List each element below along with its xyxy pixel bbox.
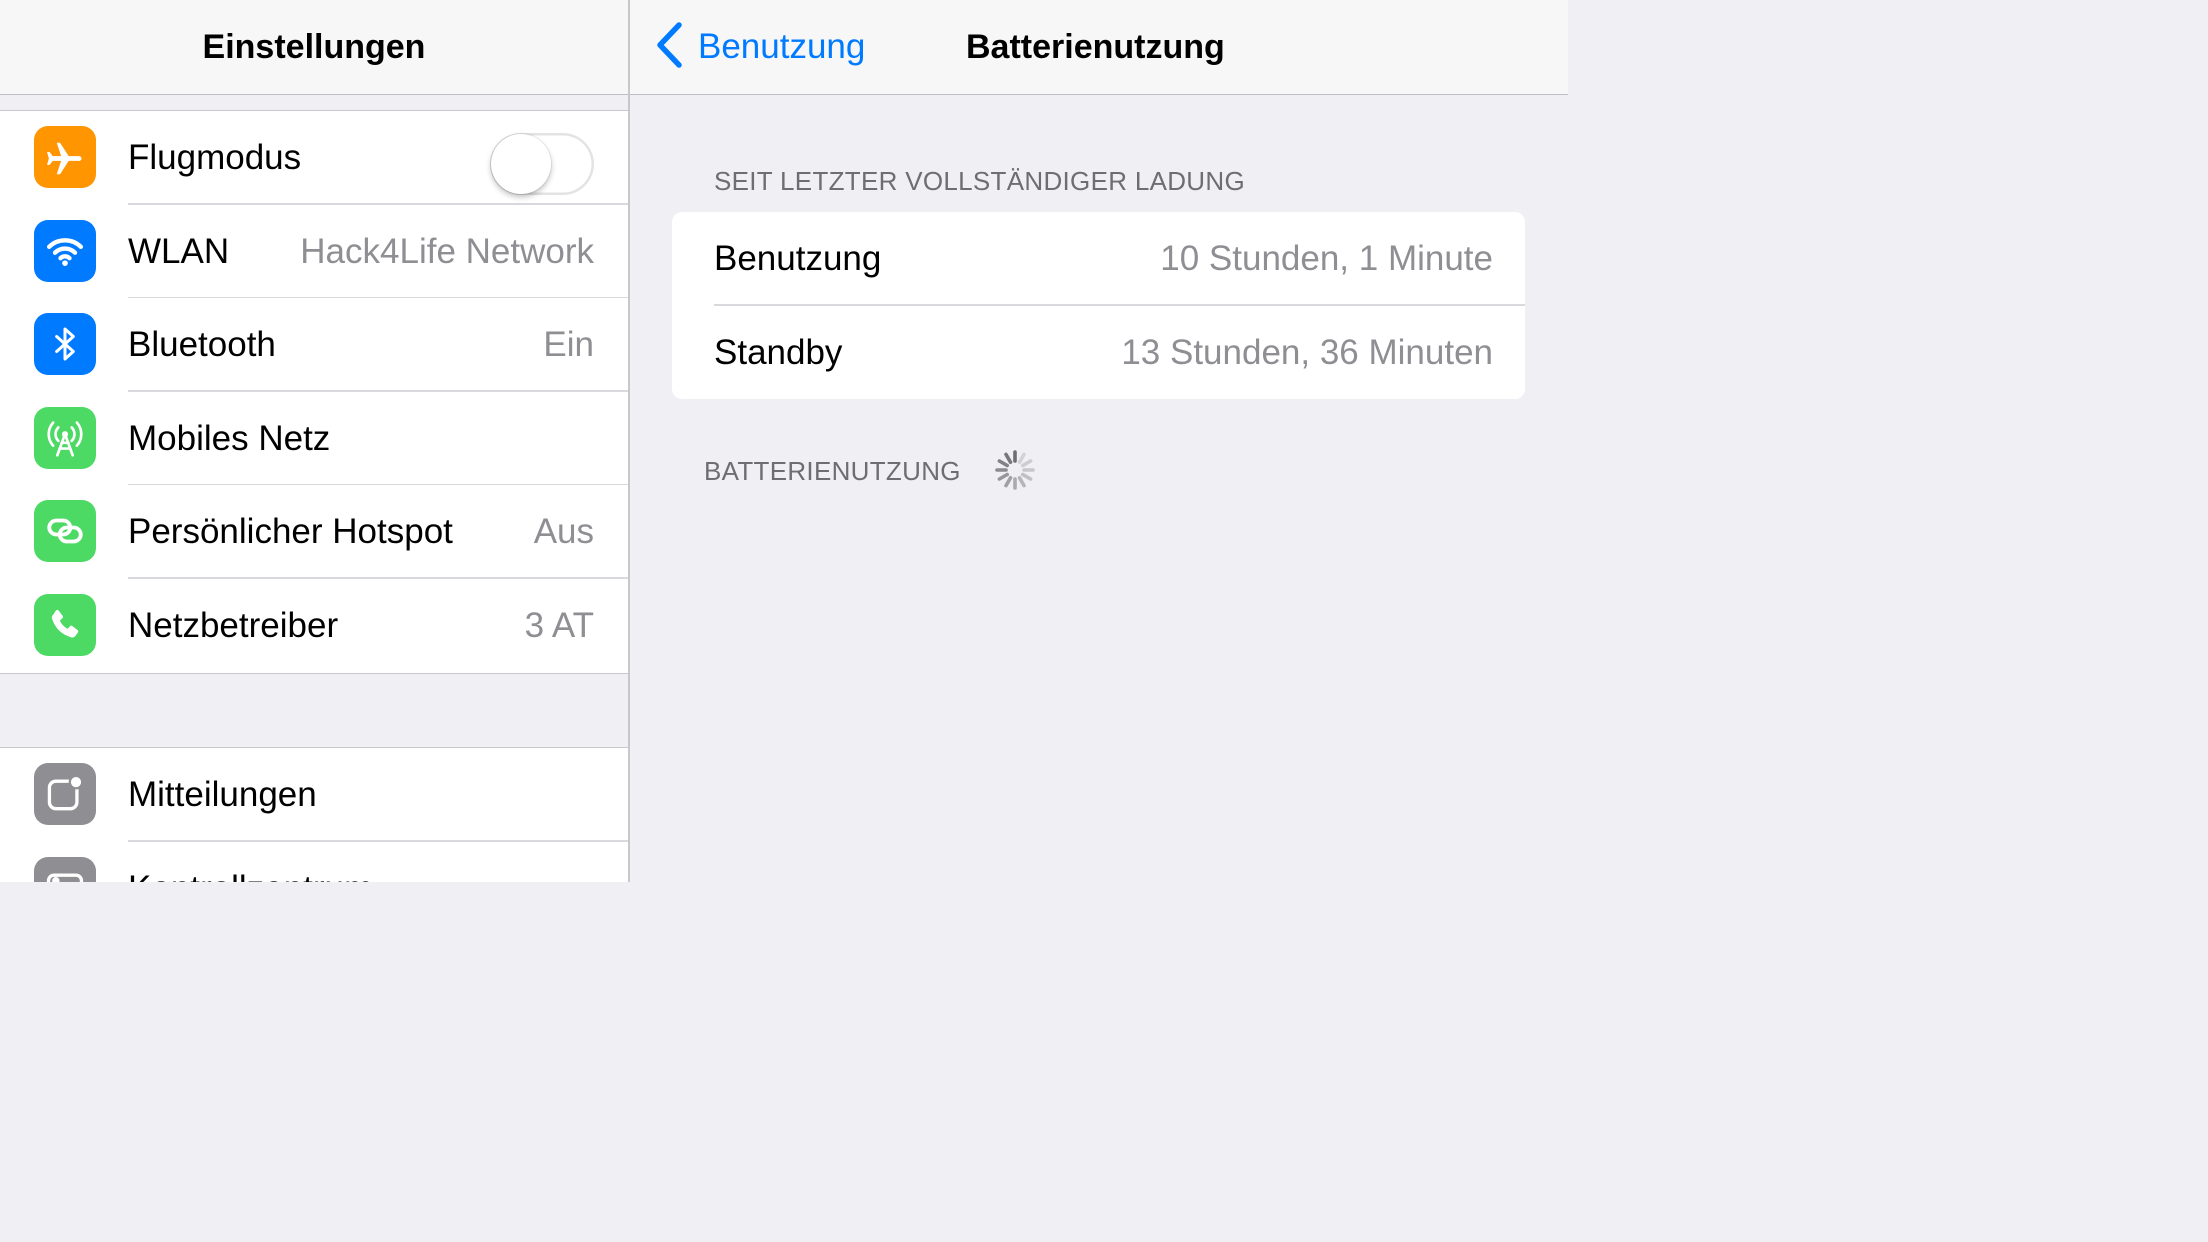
cellular-antenna-icon — [34, 406, 96, 469]
airplane-mode-toggle[interactable] — [490, 133, 594, 195]
settings-row-cellular[interactable]: Mobiles Netz — [0, 392, 628, 486]
section-header-since-last-charge: SEIT LETZTER VOLLSTÄNDIGER LADUNG — [714, 166, 1245, 196]
row-label: Mitteilungen — [128, 775, 317, 814]
settings-row-notifications[interactable]: Mitteilungen — [0, 748, 628, 842]
row-value: 3 AT — [524, 605, 594, 645]
usage-row: Benutzung 10 Stunden, 1 Minute — [672, 212, 1525, 306]
hotspot-chain-icon — [34, 500, 96, 563]
settings-row-control-center[interactable]: Kontrollzentrum — [0, 842, 628, 882]
battery-usage-detail-pane: Benutzung Batterienutzung SEIT LETZTER V… — [630, 0, 1568, 882]
airplane-icon — [34, 126, 96, 188]
standby-row: Standby 13 Stunden, 36 Minuten — [672, 306, 1525, 400]
section-header-battery-usage: BATTERIENUTZUNG — [704, 456, 961, 486]
row-label: Persönlicher Hotspot — [128, 512, 453, 552]
row-label: Benutzung — [714, 239, 882, 278]
settings-master-pane: Einstellungen Flugmodus WLAN Hack4Life N… — [0, 0, 628, 882]
row-label: Standby — [714, 332, 843, 372]
row-label: Bluetooth — [128, 325, 276, 365]
settings-group-connectivity: Flugmodus WLAN Hack4Life Network Bluetoo… — [0, 110, 628, 674]
back-button[interactable]: Benutzung — [654, 0, 865, 94]
row-value: Aus — [533, 512, 594, 552]
wifi-icon — [34, 219, 96, 282]
page-title: Batterienutzung — [966, 28, 1225, 66]
left-navbar: Einstellungen — [0, 0, 628, 95]
row-label: WLAN — [128, 231, 230, 271]
page-title: Einstellungen — [202, 28, 426, 66]
row-value: 13 Stunden, 36 Minuten — [1121, 332, 1493, 372]
right-navbar: Benutzung Batterienutzung — [630, 0, 1568, 95]
row-value: Hack4Life Network — [300, 231, 594, 271]
usage-card: Benutzung 10 Stunden, 1 Minute Standby 1… — [672, 212, 1525, 399]
notifications-icon — [34, 763, 96, 825]
row-value: Ein — [543, 325, 594, 365]
settings-row-bluetooth[interactable]: Bluetooth Ein — [0, 298, 628, 392]
settings-group-system: Mitteilungen Kontrollzentrum — [0, 747, 628, 882]
row-label: Flugmodus — [128, 138, 302, 177]
screen: Einstellungen Flugmodus WLAN Hack4Life N… — [0, 0, 1568, 882]
settings-row-wlan[interactable]: WLAN Hack4Life Network — [0, 205, 628, 299]
phone-icon — [34, 593, 96, 656]
toggle-knob — [491, 134, 551, 194]
chevron-left-icon — [654, 21, 684, 73]
settings-row-personal-hotspot[interactable]: Persönlicher Hotspot Aus — [0, 485, 628, 579]
row-value: 10 Stunden, 1 Minute — [1160, 239, 1493, 278]
settings-row-airplane-mode[interactable]: Flugmodus — [0, 111, 628, 205]
loading-spinner-icon — [992, 447, 1038, 498]
settings-row-carrier[interactable]: Netzbetreiber 3 AT — [0, 579, 628, 673]
back-button-label: Benutzung — [698, 27, 866, 66]
row-label: Mobiles Netz — [128, 418, 331, 458]
bluetooth-icon — [34, 313, 96, 376]
row-label: Netzbetreiber — [128, 605, 339, 645]
row-label: Kontrollzentrum — [128, 842, 373, 882]
control-center-icon — [34, 856, 96, 882]
